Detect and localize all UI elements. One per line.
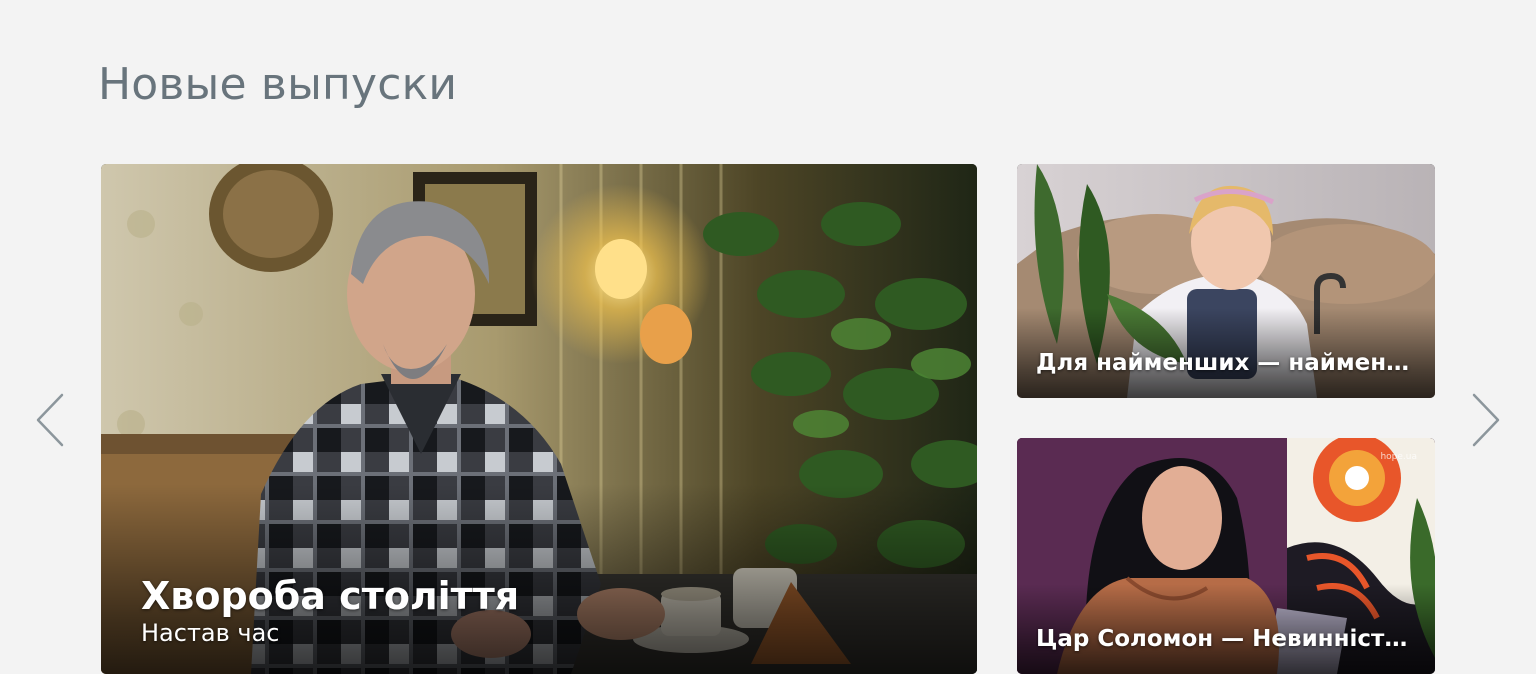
episode-title: Цар Соломон — Невинність... (1036, 626, 1419, 652)
featured-episode-card[interactable]: Хвороба століття Настав час (101, 164, 977, 674)
episode-title: Для найменших — найменше? (1036, 350, 1419, 376)
section-title: Новые выпуски (98, 59, 458, 110)
episode-card[interactable]: hope.ua Цар Соломон — Невинність... (1017, 438, 1435, 674)
program-name: Настав час (141, 619, 280, 647)
new-episodes-section: Новые выпуски Хвороба століття Настав ча… (0, 0, 1536, 674)
channel-watermark: hope.ua (1380, 452, 1417, 462)
episode-title: Хвороба століття (141, 574, 520, 618)
episode-card[interactable]: Для найменших — найменше? (1017, 164, 1435, 398)
carousel-next-button[interactable] (1468, 392, 1504, 448)
carousel-prev-button[interactable] (32, 392, 68, 448)
featured-episode-caption: Хвороба століття Настав час (141, 574, 519, 648)
chevron-left-icon (36, 393, 64, 447)
chevron-right-icon (1472, 393, 1500, 447)
